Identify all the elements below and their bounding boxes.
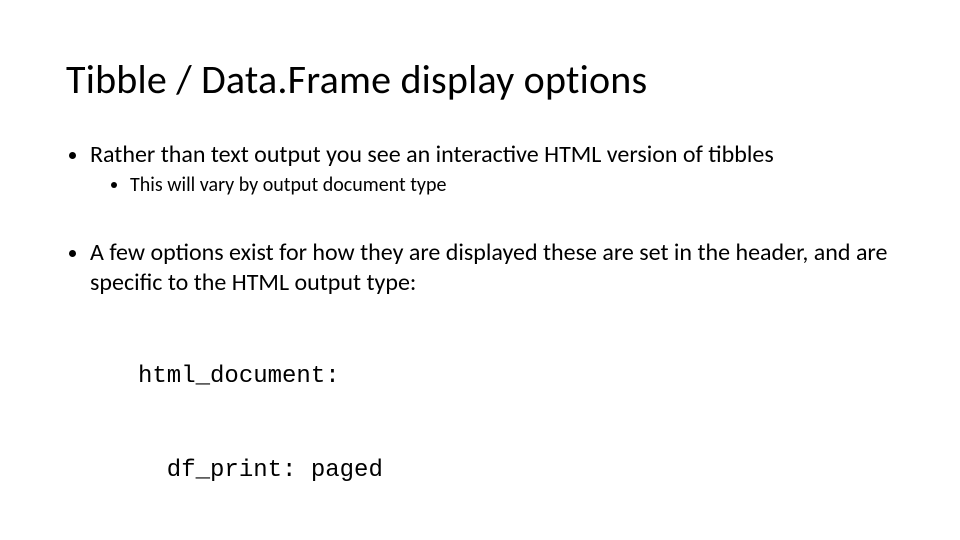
bullet-subitem-1-1: This will vary by output document type bbox=[130, 173, 894, 198]
bullet-item-2: A few options exist for how they are dis… bbox=[90, 238, 894, 540]
bullet-item-2-text: A few options exist for how they are dis… bbox=[90, 238, 887, 296]
slide: Tibble / Data.Frame display options Rath… bbox=[0, 0, 960, 540]
bullet-sublist-1: This will vary by output document type bbox=[90, 173, 894, 198]
code-block: html_document: df_print: paged bbox=[138, 299, 894, 540]
bullet-item-1: Rather than text output you see an inter… bbox=[90, 140, 894, 198]
code-line-1: html_document: bbox=[138, 361, 894, 392]
bullet-spacer bbox=[90, 204, 894, 232]
bullet-item-1-text: Rather than text output you see an inter… bbox=[90, 140, 774, 169]
bullet-list: Rather than text output you see an inter… bbox=[66, 140, 894, 540]
slide-title: Tibble / Data.Frame display options bbox=[66, 58, 894, 102]
code-line-2: df_print: paged bbox=[138, 455, 894, 486]
